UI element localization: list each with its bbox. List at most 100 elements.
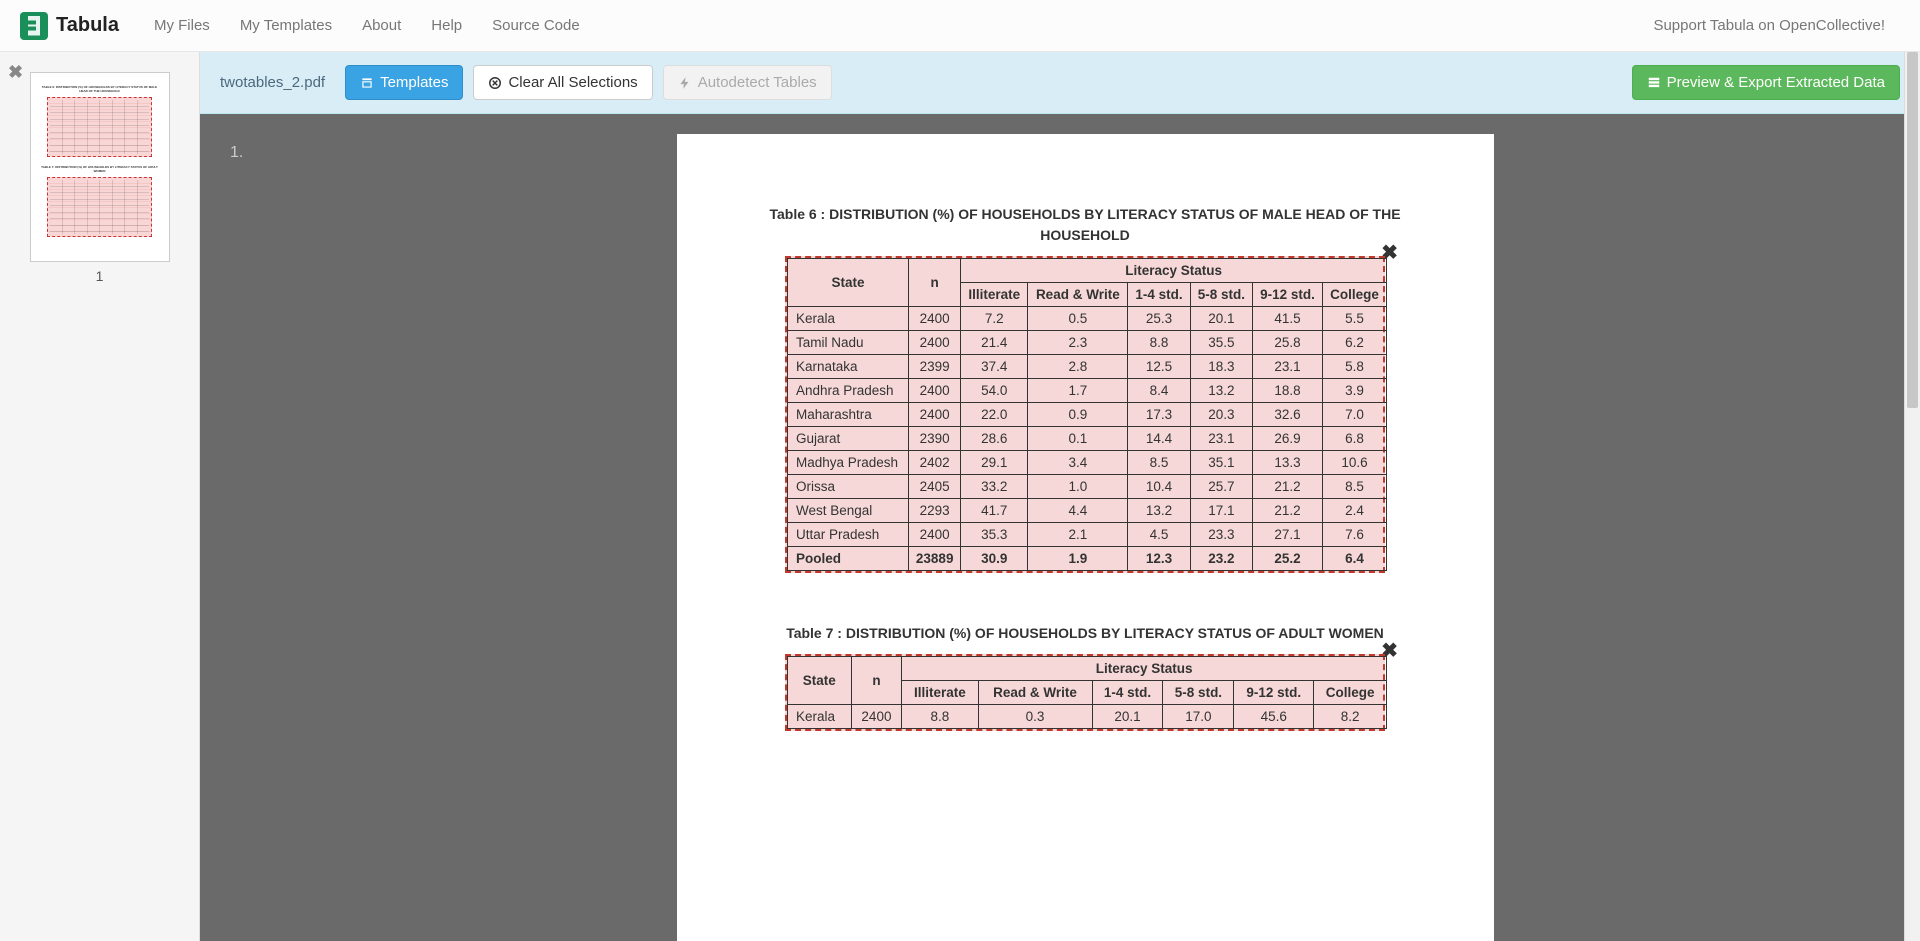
nav-about[interactable]: About <box>347 0 416 52</box>
table-cell: 8.8 <box>902 705 978 729</box>
nav-my-templates[interactable]: My Templates <box>225 0 347 52</box>
bolt-icon <box>678 76 692 90</box>
table-6-title: Table 6 : DISTRIBUTION (%) OF HOUSEHOLDS… <box>727 204 1444 246</box>
th-literacy-status: Literacy Status <box>902 657 1387 681</box>
table-cell: 21.4 <box>961 331 1028 355</box>
table-cell: 5.5 <box>1323 307 1387 331</box>
vertical-scrollbar[interactable] <box>1904 52 1920 941</box>
table-cell: 3.9 <box>1323 379 1387 403</box>
table-cell: 22.0 <box>961 403 1028 427</box>
th-read-write: Read & Write <box>978 681 1092 705</box>
page-thumbnail-1[interactable]: TABLE 6: DISTRIBUTION (%) OF HOUSEHOLDS … <box>30 72 170 262</box>
table-7-title: Table 7 : DISTRIBUTION (%) OF HOUSEHOLDS… <box>727 623 1444 644</box>
table-cell: 8.4 <box>1128 379 1190 403</box>
table-cell: 23.3 <box>1190 523 1252 547</box>
table-cell: 3.4 <box>1028 451 1128 475</box>
th-college: College <box>1314 681 1387 705</box>
table-cell: 27.1 <box>1253 523 1323 547</box>
selection-2[interactable]: ✖ State n Literacy Status <box>785 654 1385 731</box>
selection-1[interactable]: ✖ State n Literacy Status <box>785 256 1385 573</box>
th-read-write: Read & Write <box>1028 283 1128 307</box>
table-row: Maharashtra240022.00.917.320.332.67.0 <box>788 403 1387 427</box>
filename: twotables_2.pdf <box>220 74 325 91</box>
table-cell: 2405 <box>909 475 961 499</box>
templates-icon <box>360 76 374 90</box>
th-n: n <box>851 657 902 705</box>
table-cell: 2.8 <box>1028 355 1128 379</box>
table-cell: 2400 <box>851 705 902 729</box>
table-7: State n Literacy Status Illiterate Read … <box>787 656 1387 729</box>
thumb-selection-2 <box>47 177 152 237</box>
table-cell: 4.4 <box>1028 499 1128 523</box>
table-cell: 2400 <box>909 331 961 355</box>
table-cell: 2.4 <box>1323 499 1387 523</box>
table-cell: 8.8 <box>1128 331 1190 355</box>
th-5-8: 5-8 std. <box>1163 681 1234 705</box>
thumb-selection-1 <box>47 97 152 157</box>
table-cell: 6.4 <box>1323 547 1387 571</box>
scrollbar-thumb[interactable] <box>1907 52 1918 408</box>
table-cell: 30.9 <box>961 547 1028 571</box>
table-cell: 12.5 <box>1128 355 1190 379</box>
thumb-page-number: 1 <box>15 268 184 284</box>
table-cell: 32.6 <box>1253 403 1323 427</box>
autodetect-button[interactable]: Autodetect Tables <box>663 65 832 100</box>
table-cell: 25.8 <box>1253 331 1323 355</box>
table-cell: Andhra Pradesh <box>788 379 909 403</box>
tabula-logo-icon <box>20 12 48 40</box>
table-cell: Tamil Nadu <box>788 331 909 355</box>
th-college: College <box>1323 283 1387 307</box>
table-cell: 10.4 <box>1128 475 1190 499</box>
table-cell: 7.2 <box>961 307 1028 331</box>
table-cell: 25.2 <box>1253 547 1323 571</box>
th-literacy-status: Literacy Status <box>961 259 1387 283</box>
nav-support[interactable]: Support Tabula on OpenCollective! <box>1638 0 1900 52</box>
table-cell: Uttar Pradesh <box>788 523 909 547</box>
table-row: Kerala24007.20.525.320.141.55.5 <box>788 307 1387 331</box>
table-cell: Orissa <box>788 475 909 499</box>
table-cell: Madhya Pradesh <box>788 451 909 475</box>
nav-help[interactable]: Help <box>416 0 477 52</box>
table-cell: 4.5 <box>1128 523 1190 547</box>
table-cell: 35.3 <box>961 523 1028 547</box>
nav-source-code[interactable]: Source Code <box>477 0 595 52</box>
table-cell: 2400 <box>909 403 961 427</box>
table-cell: 2399 <box>909 355 961 379</box>
brand[interactable]: Tabula <box>20 12 119 40</box>
close-icon[interactable]: ✖ <box>8 62 23 83</box>
th-1-4: 1-4 std. <box>1128 283 1190 307</box>
table-cell: Maharashtra <box>788 403 909 427</box>
th-state: State <box>788 657 852 705</box>
table-cell: 41.5 <box>1253 307 1323 331</box>
table-cell: 7.0 <box>1323 403 1387 427</box>
table-cell: West Bengal <box>788 499 909 523</box>
table-cell: 8.2 <box>1314 705 1387 729</box>
clear-icon <box>488 76 502 90</box>
clear-selections-button[interactable]: Clear All Selections <box>473 65 652 100</box>
table-cell: 54.0 <box>961 379 1028 403</box>
thumb-title-2: TABLE 7: DISTRIBUTION (%) OF HOUSEHOLDS … <box>41 165 159 173</box>
table-cell: 21.2 <box>1253 499 1323 523</box>
export-button[interactable]: Preview & Export Extracted Data <box>1632 65 1900 100</box>
export-icon <box>1647 76 1661 90</box>
templates-button[interactable]: Templates <box>345 65 463 100</box>
table-cell: 6.2 <box>1323 331 1387 355</box>
nav-my-files[interactable]: My Files <box>139 0 225 52</box>
table-cell: 6.8 <box>1323 427 1387 451</box>
page-scroll[interactable]: 1. Table 6 : DISTRIBUTION (%) OF HOUSEHO… <box>200 114 1920 941</box>
table-cell: 1.0 <box>1028 475 1128 499</box>
table-cell: Karnataka <box>788 355 909 379</box>
table-cell: 35.1 <box>1190 451 1252 475</box>
table-cell: 17.3 <box>1128 403 1190 427</box>
table-cell: 5.8 <box>1323 355 1387 379</box>
table-row: Karnataka239937.42.812.518.323.15.8 <box>788 355 1387 379</box>
table-cell: 10.6 <box>1323 451 1387 475</box>
toolbar: twotables_2.pdf Templates Clear All Sele… <box>200 52 1920 114</box>
pdf-page[interactable]: Table 6 : DISTRIBUTION (%) OF HOUSEHOLDS… <box>677 134 1494 941</box>
table-6: State n Literacy Status Illiterate Read … <box>787 258 1387 571</box>
th-state: State <box>788 259 909 307</box>
th-5-8: 5-8 std. <box>1190 283 1252 307</box>
table-cell: 1.9 <box>1028 547 1128 571</box>
table-row: Andhra Pradesh240054.01.78.413.218.83.9 <box>788 379 1387 403</box>
page-number-label: 1. <box>230 144 250 162</box>
